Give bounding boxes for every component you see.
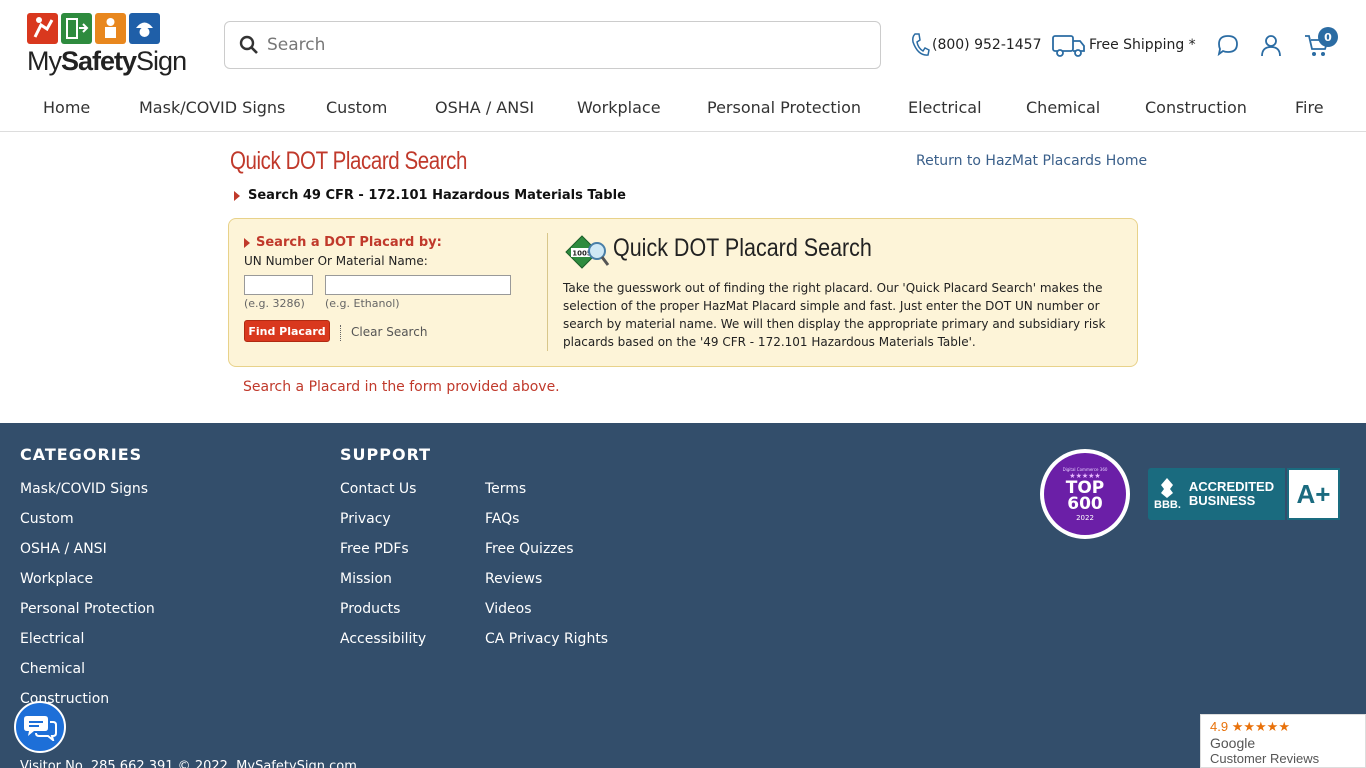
phone-link[interactable]: (800) 952-1457 — [910, 30, 1042, 60]
bbb-left: BBB. ACCREDITED BUSINESS — [1148, 468, 1285, 520]
chat-bubbles-icon — [24, 716, 57, 741]
footer-support-link[interactable]: Accessibility — [340, 631, 426, 647]
site-header: MySafetySign (800) 952-1457 Free Shippin… — [0, 0, 1366, 132]
return-hazmat-home-link[interactable]: Return to HazMat Placards Home — [916, 153, 1147, 169]
logo-hazard-icon — [27, 13, 58, 44]
google-rating: 4.9 ★★★★★ — [1210, 719, 1290, 734]
bbb-text-accredited: ACCREDITED — [1188, 479, 1275, 494]
placard-magnifier-icon: 1005 — [565, 235, 610, 269]
footer-category-link[interactable]: Custom — [20, 511, 74, 527]
google-label: Google — [1210, 735, 1256, 751]
account-button[interactable] — [1260, 30, 1282, 60]
footer-support-link[interactable]: Videos — [485, 601, 532, 617]
cfr-table-link[interactable]: Search 49 CFR - 172.101 Hazardous Materi… — [234, 188, 626, 203]
bbb-accredited-badge[interactable]: BBB. ACCREDITED BUSINESS A+ — [1148, 468, 1340, 520]
footer-category-link[interactable]: Mask/COVID Signs — [20, 481, 148, 497]
chat-button[interactable] — [1216, 30, 1240, 60]
arrow-right-icon — [234, 190, 240, 201]
un-material-label: UN Number Or Material Name: — [244, 254, 428, 268]
footer-support-link[interactable]: FAQs — [485, 511, 519, 527]
top-600-badge[interactable]: Digital Commerce 360 ★★★★★ TOP 600 2022 — [1040, 449, 1130, 539]
footer-support-link[interactable]: Terms — [485, 481, 526, 497]
categories-heading: CATEGORIES — [20, 445, 143, 464]
bbb-label: BBB. — [1154, 499, 1181, 511]
site-logo[interactable]: MySafetySign — [27, 13, 187, 79]
logo-caution-icon — [95, 13, 126, 44]
find-placard-button[interactable]: Find Placard — [244, 320, 330, 342]
panel-divider — [547, 233, 548, 351]
phone-number: (800) 952-1457 — [932, 37, 1042, 53]
nav-osha-ansi[interactable]: OSHA / ANSI — [435, 98, 534, 117]
badge-year-text: 2022 — [1076, 513, 1094, 522]
free-shipping-text: Free Shipping * — [1089, 37, 1196, 53]
placard-search-panel: Search a DOT Placard by: UN Number Or Ma… — [228, 218, 1138, 367]
un-number-input[interactable] — [244, 275, 313, 295]
page-title: Quick DOT Placard Search — [230, 147, 468, 175]
footer-support-link[interactable]: Mission — [340, 571, 392, 587]
support-heading: SUPPORT — [340, 445, 432, 464]
bbb-grade: A+ — [1287, 468, 1340, 520]
nav-electrical[interactable]: Electrical — [908, 98, 982, 117]
footer-category-link[interactable]: Workplace — [20, 571, 93, 587]
search-instruction-note: Search a Placard in the form provided ab… — [243, 379, 560, 395]
search-icon[interactable] — [239, 35, 259, 55]
cart-count-badge: 0 — [1318, 27, 1338, 47]
footer-support-link[interactable]: CA Privacy Rights — [485, 631, 608, 647]
cart-button[interactable]: 0 — [1304, 27, 1338, 60]
footer-category-link[interactable]: Personal Protection — [20, 601, 155, 617]
nav-mask-covid-signs[interactable]: Mask/COVID Signs — [139, 98, 285, 117]
nav-chemical[interactable]: Chemical — [1026, 98, 1100, 117]
nav-home[interactable]: Home — [43, 98, 90, 117]
bbb-logo: BBB. — [1154, 477, 1181, 511]
footer-support-link[interactable]: Products — [340, 601, 400, 617]
search-input[interactable] — [267, 35, 847, 55]
footer-support-link[interactable]: Free Quizzes — [485, 541, 574, 557]
footer-category-link[interactable]: Chemical — [20, 661, 85, 677]
chat-icon — [1217, 35, 1238, 57]
rating-stars-icon: ★★★★★ — [1231, 719, 1290, 734]
truck-icon — [1052, 35, 1085, 57]
footer-category-link[interactable]: Electrical — [20, 631, 84, 647]
bbb-text: ACCREDITED BUSINESS — [1189, 480, 1274, 508]
cfr-table-link-text: Search 49 CFR - 172.101 Hazardous Materi… — [248, 188, 626, 203]
bbb-torch-icon — [1161, 478, 1174, 498]
visitor-copyright: Visitor No. 285,662,391 © 2022, MySafety… — [20, 759, 357, 768]
badge-600-text: 600 — [1067, 493, 1103, 514]
free-shipping-link[interactable]: Free Shipping * — [1051, 30, 1196, 60]
nav-workplace[interactable]: Workplace — [577, 98, 661, 117]
bbb-text-business: BUSINESS — [1188, 493, 1256, 508]
quick-placard-heading: Quick DOT Placard Search — [613, 234, 872, 262]
live-chat-button[interactable] — [14, 701, 66, 753]
logo-exit-icon — [61, 13, 92, 44]
footer-support-link[interactable]: Privacy — [340, 511, 391, 527]
logo-text: MySafetySign — [27, 46, 187, 76]
nav-custom[interactable]: Custom — [326, 98, 387, 117]
divider — [340, 325, 341, 341]
logo-ppe-icon — [129, 13, 160, 44]
nav-personal-protection[interactable]: Personal Protection — [707, 98, 861, 117]
clear-search-link[interactable]: Clear Search — [351, 325, 427, 339]
account-icon — [1261, 35, 1281, 57]
google-reviews-badge[interactable]: 4.9 ★★★★★ Google Customer Reviews — [1200, 714, 1366, 768]
footer-category-link[interactable]: OSHA / ANSI — [20, 541, 107, 557]
site-footer: CATEGORIES Mask/COVID Signs Custom OSHA … — [0, 423, 1366, 768]
footer-support-link[interactable]: Reviews — [485, 571, 542, 587]
un-number-example: (e.g. 3286) — [244, 297, 305, 310]
phone-icon — [912, 33, 930, 56]
material-name-example: (e.g. Ethanol) — [325, 297, 400, 310]
search-bar[interactable] — [224, 21, 881, 69]
material-name-input[interactable] — [325, 275, 511, 295]
nav-fire[interactable]: Fire — [1295, 98, 1324, 117]
main-nav: Home Mask/COVID Signs Custom OSHA / ANSI… — [0, 96, 1366, 122]
nav-construction[interactable]: Construction — [1145, 98, 1247, 117]
logo-icons — [27, 13, 175, 44]
arrow-right-icon — [244, 237, 250, 248]
top-600-badge-inner: Digital Commerce 360 ★★★★★ TOP 600 2022 — [1044, 453, 1126, 535]
footer-support-link[interactable]: Contact Us — [340, 481, 416, 497]
quick-placard-description: Take the guesswork out of finding the ri… — [563, 281, 1106, 349]
customer-reviews-label: Customer Reviews — [1210, 751, 1320, 766]
search-by-label: Search a DOT Placard by: — [244, 235, 442, 250]
footer-support-link[interactable]: Free PDFs — [340, 541, 409, 557]
